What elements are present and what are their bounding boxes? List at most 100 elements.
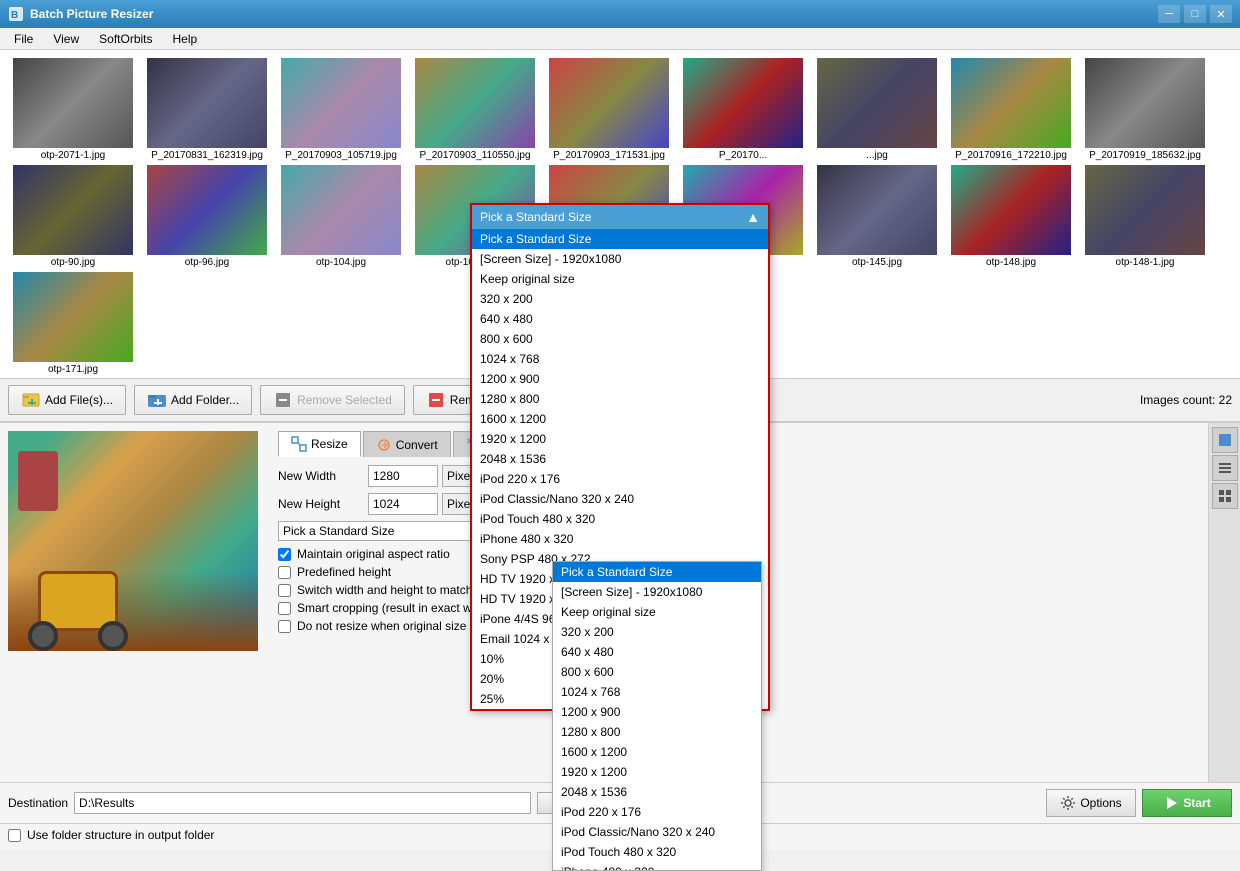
list-item[interactable]: P_20170903_105719.jpg bbox=[276, 58, 406, 161]
height-input[interactable] bbox=[368, 493, 438, 515]
close-button[interactable]: ✕ bbox=[1210, 5, 1232, 23]
width-input[interactable] bbox=[368, 465, 438, 487]
popup-small-item[interactable]: iPhone 480 x 320 bbox=[553, 862, 761, 871]
popup-large-item[interactable]: 1200 x 900 bbox=[472, 369, 768, 389]
switch-sides-checkbox[interactable] bbox=[278, 584, 291, 597]
popup-large-item[interactable]: Pick a Standard Size bbox=[472, 229, 768, 249]
maintain-aspect-checkbox[interactable] bbox=[278, 548, 291, 561]
filename-label: P_20170919_185632.jpg bbox=[1089, 150, 1201, 161]
filename-label: P_20170903_110550.jpg bbox=[419, 150, 530, 161]
popup-small-item[interactable]: Pick a Standard Size bbox=[553, 562, 761, 582]
list-item[interactable]: P_20170919_185632.jpg bbox=[1080, 58, 1210, 161]
popup-large-item[interactable]: 1920 x 1200 bbox=[472, 429, 768, 449]
menu-view[interactable]: View bbox=[43, 30, 89, 48]
no-resize-checkbox[interactable] bbox=[278, 620, 291, 633]
popup-large-item[interactable]: iPod Touch 480 x 320 bbox=[472, 509, 768, 529]
popup-large-item[interactable]: [Screen Size] - 1920x1080 bbox=[472, 249, 768, 269]
preview-image bbox=[8, 431, 258, 651]
tab-resize[interactable]: Resize bbox=[278, 431, 361, 457]
maximize-button[interactable]: □ bbox=[1184, 5, 1206, 23]
add-files-button[interactable]: Add File(s)... bbox=[8, 385, 126, 415]
popup-small-item[interactable]: Keep original size bbox=[553, 602, 761, 622]
remove-all-icon bbox=[426, 390, 446, 410]
standard-size-trigger[interactable]: Pick a Standard Size ▾ bbox=[278, 521, 488, 541]
predefined-height-checkbox[interactable] bbox=[278, 566, 291, 579]
tab-convert[interactable]: Convert bbox=[363, 431, 451, 457]
use-folder-structure-checkbox[interactable] bbox=[8, 829, 21, 842]
list-item[interactable]: P_20170... bbox=[678, 58, 808, 161]
popup-small-item[interactable]: 640 x 480 bbox=[553, 642, 761, 662]
popup-small-item[interactable]: 1200 x 900 bbox=[553, 702, 761, 722]
list-item[interactable]: otp-96.jpg bbox=[142, 165, 272, 268]
popup-small-item[interactable]: 1024 x 768 bbox=[553, 682, 761, 702]
popup-large-item[interactable]: 1600 x 1200 bbox=[472, 409, 768, 429]
add-folder-button[interactable]: Add Folder... bbox=[134, 385, 252, 415]
filename-label: otp-96.jpg bbox=[185, 257, 229, 268]
destination-input[interactable] bbox=[74, 792, 531, 814]
list-item[interactable]: otp-171.jpg bbox=[8, 272, 138, 375]
options-label: Options bbox=[1080, 796, 1121, 810]
popup-large-item[interactable]: 640 x 480 bbox=[472, 309, 768, 329]
list-item[interactable]: ...jpg bbox=[812, 58, 942, 161]
remove-selected-button[interactable]: Remove Selected bbox=[260, 385, 405, 415]
thumbnail bbox=[1085, 165, 1205, 255]
filename-label: otp-90.jpg bbox=[51, 257, 95, 268]
popup-small-item[interactable]: iPod Touch 480 x 320 bbox=[553, 842, 761, 862]
list-item[interactable]: otp-148-1.jpg bbox=[1080, 165, 1210, 268]
popup-large-item[interactable]: 800 x 600 bbox=[472, 329, 768, 349]
thumbnail bbox=[951, 165, 1071, 255]
popup-large-item[interactable]: iPod 220 x 176 bbox=[472, 469, 768, 489]
thumbnail bbox=[147, 58, 267, 148]
popup-large-item[interactable]: 1024 x 768 bbox=[472, 349, 768, 369]
list-item[interactable]: otp-2071-1.jpg bbox=[8, 58, 138, 161]
popup-large-item[interactable]: iPod Classic/Nano 320 x 240 bbox=[472, 489, 768, 509]
popup-small-item[interactable]: 1920 x 1200 bbox=[553, 762, 761, 782]
popup-small-item[interactable]: 1600 x 1200 bbox=[553, 742, 761, 762]
tab-convert-label: Convert bbox=[396, 438, 438, 452]
list-item[interactable]: P_20170903_110550.jpg bbox=[410, 58, 540, 161]
tab-resize-label: Resize bbox=[311, 437, 348, 451]
popup-small-item[interactable]: 1280 x 800 bbox=[553, 722, 761, 742]
list-item[interactable]: P_20170903_171531.jpg bbox=[544, 58, 674, 161]
filename-label: otp-2071-1.jpg bbox=[41, 150, 106, 161]
thumbnail bbox=[549, 58, 669, 148]
popup-small-item[interactable]: iPod Classic/Nano 320 x 240 bbox=[553, 822, 761, 842]
popup-header-label: Pick a Standard Size bbox=[480, 210, 591, 224]
list-item[interactable]: P_20170916_172210.jpg bbox=[946, 58, 1076, 161]
standard-size-small-popup: Pick a Standard Size[Screen Size] - 1920… bbox=[552, 561, 762, 871]
view-single-button[interactable] bbox=[1212, 427, 1238, 453]
thumbnail bbox=[281, 165, 401, 255]
view-list-button[interactable] bbox=[1212, 455, 1238, 481]
filename-label: P_20170903_105719.jpg bbox=[285, 150, 397, 161]
list-item[interactable]: P_20170831_162319.jpg bbox=[142, 58, 272, 161]
menu-file[interactable]: File bbox=[4, 30, 43, 48]
smart-crop-checkbox[interactable] bbox=[278, 602, 291, 615]
thumbnail bbox=[281, 58, 401, 148]
popup-large-item[interactable]: 1280 x 800 bbox=[472, 389, 768, 409]
height-label: New Height bbox=[278, 497, 368, 511]
popup-large-item[interactable]: iPhone 480 x 320 bbox=[472, 529, 768, 549]
destination-label: Destination bbox=[8, 796, 68, 810]
popup-small-item[interactable]: [Screen Size] - 1920x1080 bbox=[553, 582, 761, 602]
popup-small-item[interactable]: 2048 x 1536 bbox=[553, 782, 761, 802]
thumbnail bbox=[951, 58, 1071, 148]
width-label: New Width bbox=[278, 469, 368, 483]
list-view-icon bbox=[1217, 460, 1233, 476]
list-item[interactable]: otp-148.jpg bbox=[946, 165, 1076, 268]
popup-large-item[interactable]: 2048 x 1536 bbox=[472, 449, 768, 469]
list-item[interactable]: otp-104.jpg bbox=[276, 165, 406, 268]
popup-small-item[interactable]: 800 x 600 bbox=[553, 662, 761, 682]
minimize-button[interactable]: ─ bbox=[1158, 5, 1180, 23]
filename-label: otp-148.jpg bbox=[986, 257, 1036, 268]
list-item[interactable]: otp-90.jpg bbox=[8, 165, 138, 268]
menu-help[interactable]: Help bbox=[163, 30, 208, 48]
popup-small-item[interactable]: 320 x 200 bbox=[553, 622, 761, 642]
view-grid-button[interactable] bbox=[1212, 483, 1238, 509]
popup-large-item[interactable]: 320 x 200 bbox=[472, 289, 768, 309]
popup-small-item[interactable]: iPod 220 x 176 bbox=[553, 802, 761, 822]
menu-softorbits[interactable]: SoftOrbits bbox=[89, 30, 162, 48]
start-button[interactable]: Start bbox=[1142, 789, 1232, 817]
list-item[interactable]: otp-145.jpg bbox=[812, 165, 942, 268]
options-button[interactable]: Options bbox=[1046, 789, 1136, 817]
popup-large-item[interactable]: Keep original size bbox=[472, 269, 768, 289]
